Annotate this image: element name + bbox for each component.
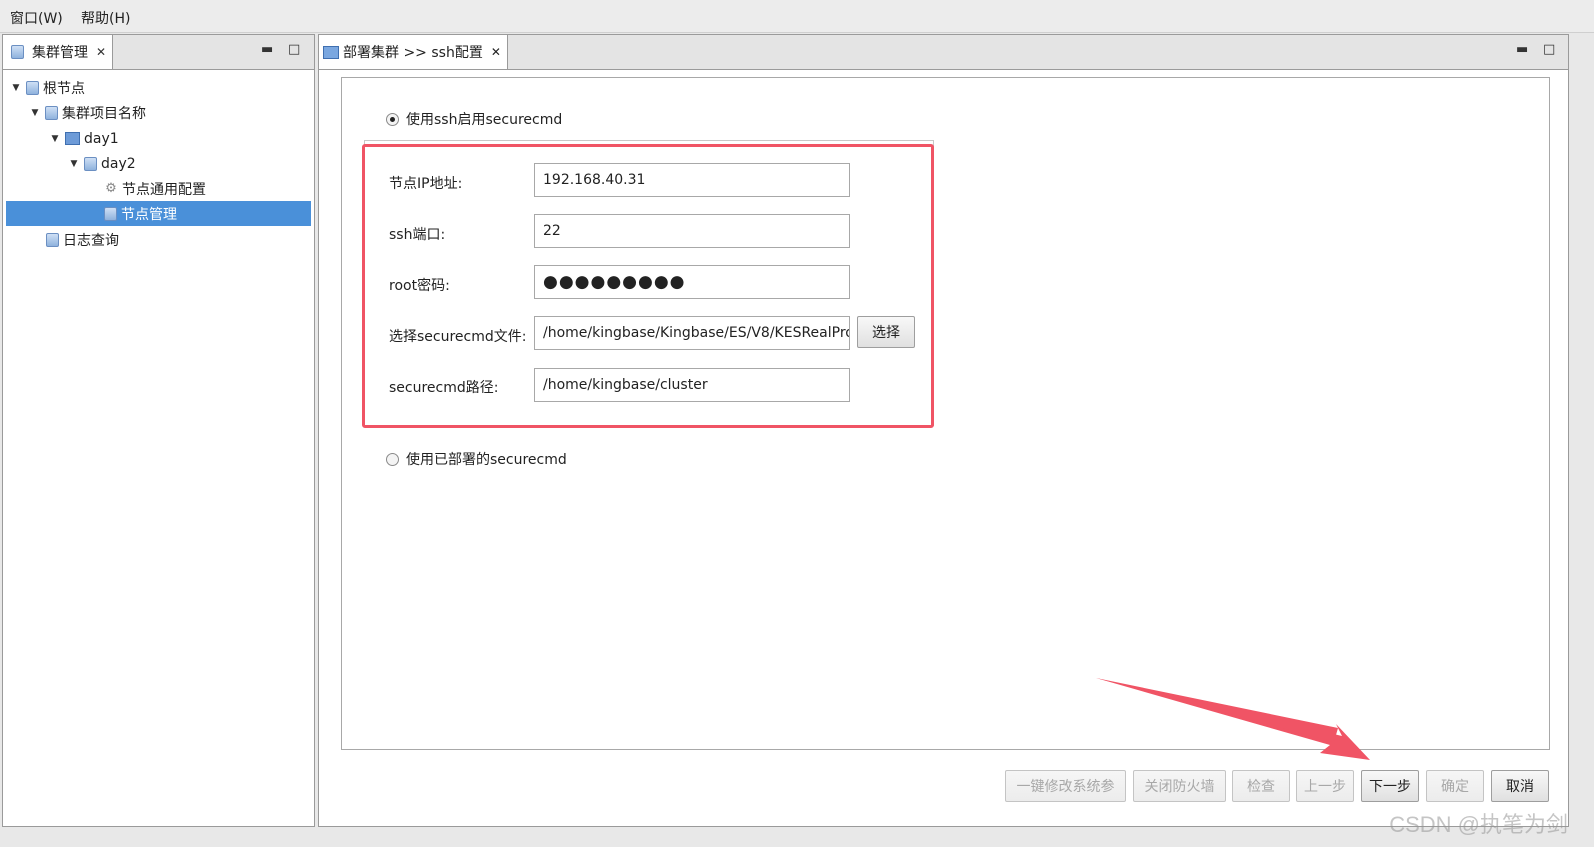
previous-step-button[interactable]: 上一步 (1296, 770, 1354, 802)
tree-node-label: day1 (84, 130, 119, 147)
cluster-management-panel: 集群管理 ✕ ▬ □ ▼ 根节点 ▼ 集群项目名称 ▼ day1 ▼ day2 … (2, 34, 315, 827)
editor-tab-bar: 部署集群 >> ssh配置 ✕ ▬ □ (319, 35, 1568, 70)
panel-tab-bar: 集群管理 ✕ ▬ □ (3, 35, 314, 70)
tree-node-cluster-project[interactable]: ▼ 集群项目名称 (29, 100, 146, 125)
securecmd-file-input[interactable]: /home/kingbase/Kingbase/ES/V8/KESRealPro… (534, 316, 850, 350)
database-icon (84, 156, 97, 171)
menu-help[interactable]: 帮助(H) (81, 8, 130, 28)
database-icon (45, 105, 58, 120)
tab-cluster-management[interactable]: 集群管理 ✕ (3, 35, 114, 69)
port-input[interactable]: 22 (534, 214, 850, 248)
ok-button[interactable]: 确定 (1426, 770, 1484, 802)
maximize-icon[interactable]: □ (1543, 42, 1555, 57)
use-deployed-radio[interactable]: 使用已部署的securecmd (386, 449, 567, 469)
chevron-down-icon[interactable]: ▼ (68, 159, 80, 169)
watermark: CSDN @执笔为剑 (1389, 812, 1568, 837)
menu-window[interactable]: 窗口(W) (10, 8, 63, 28)
tree-node-label: 根节点 (43, 80, 85, 97)
radio-unselected-icon[interactable] (386, 452, 399, 466)
chevron-down-icon[interactable]: ▼ (29, 108, 41, 118)
tree-node-label: 节点管理 (121, 206, 177, 223)
use-ssh-radio[interactable]: 使用ssh启用securecmd (386, 109, 562, 129)
next-step-button[interactable]: 下一步 (1361, 770, 1419, 802)
gear-icon: ⚙ (105, 180, 117, 196)
folder-open-icon (323, 45, 339, 59)
close-icon[interactable]: ✕ (491, 45, 501, 59)
tree-node-label: 节点通用配置 (122, 181, 206, 198)
close-firewall-button[interactable]: 关闭防火墙 (1133, 770, 1226, 802)
chevron-down-icon[interactable]: ▼ (49, 134, 61, 144)
tree-node-label: day2 (101, 155, 136, 172)
use-ssh-label: 使用ssh启用securecmd (406, 112, 563, 128)
tab-ssh-config[interactable]: 部署集群 >> ssh配置 ✕ (319, 35, 508, 69)
port-label: ssh端口: (389, 227, 446, 243)
ip-label: 节点IP地址: (389, 176, 463, 192)
menu-bar: 窗口(W) 帮助(H) (0, 0, 1594, 33)
check-button[interactable]: 检查 (1232, 770, 1290, 802)
tree-node-log-query[interactable]: 日志查询 (42, 227, 119, 252)
tree-node-label: 日志查询 (63, 232, 119, 249)
cluster-icon (11, 45, 24, 59)
tree-node-root[interactable]: ▼ 根节点 (10, 75, 85, 100)
tab-title: 集群管理 (32, 45, 88, 61)
radio-selected-icon[interactable] (386, 112, 399, 126)
tree-node-day1[interactable]: ▼ day1 (49, 126, 119, 151)
tree-node-general-config[interactable]: ⚙ 节点通用配置 (100, 176, 206, 201)
chevron-down-icon[interactable]: ▼ (10, 83, 22, 93)
tab-title: 部署集群 >> ssh配置 (343, 45, 483, 61)
cluster-group-icon (65, 132, 80, 145)
securecmd-file-label: 选择securecmd文件: (389, 329, 527, 345)
securecmd-path-input[interactable]: /home/kingbase/cluster (534, 368, 850, 402)
root-password-label: root密码: (389, 278, 450, 294)
minimize-icon[interactable]: ▬ (1516, 42, 1528, 57)
close-icon[interactable]: ✕ (96, 45, 106, 59)
modify-system-params-button[interactable]: 一键修改系统参 (1005, 770, 1126, 802)
cancel-button[interactable]: 取消 (1491, 770, 1549, 802)
choose-file-button[interactable]: 选择 (857, 316, 915, 348)
use-deployed-label: 使用已部署的securecmd (406, 452, 567, 468)
securecmd-path-label: securecmd路径: (389, 380, 499, 396)
tree-node-node-management[interactable]: 节点管理 (6, 201, 311, 226)
tree-node-day2[interactable]: ▼ day2 (68, 151, 136, 176)
database-icon (46, 232, 59, 247)
database-icon (26, 80, 39, 95)
root-password-input[interactable]: ●●●●●●●●● (534, 265, 850, 299)
maximize-icon[interactable]: □ (288, 42, 300, 57)
tree-node-label: 集群项目名称 (62, 105, 146, 122)
ip-input[interactable]: 192.168.40.31 (534, 163, 850, 197)
minimize-icon[interactable]: ▬ (261, 42, 273, 57)
node-icon (104, 206, 117, 221)
ssh-config-form: 使用ssh启用securecmd 节点IP地址: 192.168.40.31 s… (341, 77, 1550, 750)
deploy-editor: 部署集群 >> ssh配置 ✕ ▬ □ 使用ssh启用securecmd 节点I… (318, 34, 1569, 827)
